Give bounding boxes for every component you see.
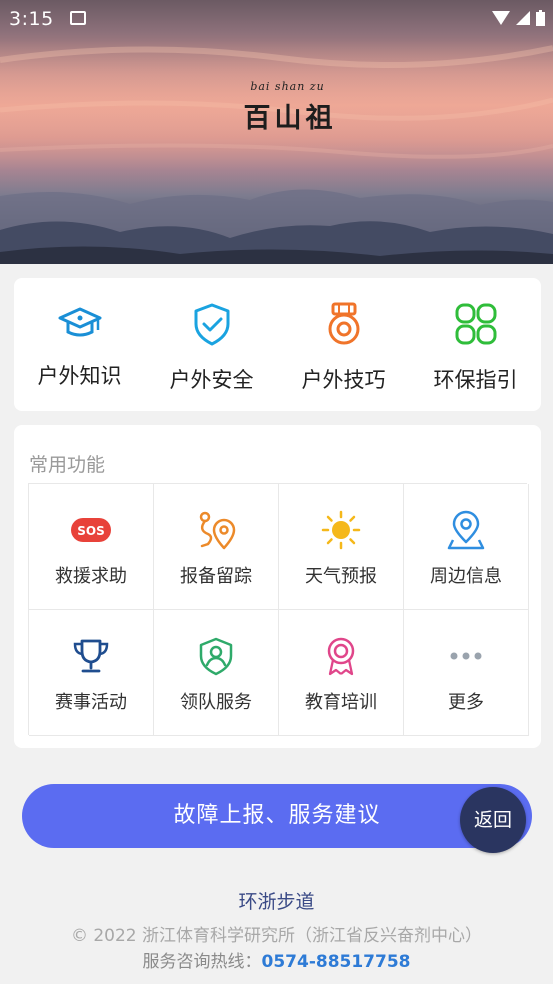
- func-label: 救援求助: [55, 566, 127, 587]
- shield-check-icon: [194, 303, 230, 346]
- func-label: 更多: [448, 692, 484, 713]
- footer-app-name: 环浙步道: [238, 891, 315, 913]
- common-functions-card: 常用功能 SOS 救援求助 报备留踪 天气预报 周边信息 赛事活动 领队服务 教…: [14, 425, 541, 748]
- func-education[interactable]: 教育培训: [279, 610, 404, 736]
- func-leader-service[interactable]: 领队服务: [154, 610, 279, 736]
- ribbon-medal-icon: [327, 637, 355, 676]
- func-rescue[interactable]: SOS 救援求助: [29, 484, 154, 610]
- more-dots-icon: [450, 652, 482, 660]
- func-more[interactable]: 更多: [404, 610, 529, 736]
- func-label: 天气预报: [305, 566, 377, 587]
- nav-label: 环保指引: [433, 368, 518, 392]
- app-logo: bai shan zu 百山祖: [230, 80, 350, 140]
- notification-icon: [70, 11, 86, 25]
- func-label: 领队服务: [180, 692, 252, 713]
- logo-pinyin: bai shan zu: [250, 80, 325, 93]
- logo-title: 百山祖: [243, 103, 337, 134]
- func-label: 周边信息: [430, 566, 502, 587]
- footer-copyright: © 2022 浙江体育科学研究所（浙江省反兴奋剂中心）: [70, 926, 483, 946]
- status-time: 3:15: [9, 8, 54, 30]
- sos-icon: SOS: [71, 518, 111, 542]
- func-label: 教育培训: [305, 692, 377, 713]
- func-nearby[interactable]: 周边信息: [404, 484, 529, 610]
- footer-hotline: 服务咨询热线：0574-88517758: [0, 947, 553, 972]
- nav-label: 户外技巧: [301, 368, 386, 392]
- sun-icon: [321, 510, 361, 550]
- nav-outdoor-skills[interactable]: 户外技巧: [278, 278, 409, 411]
- nav-outdoor-safety[interactable]: 户外安全: [146, 278, 277, 411]
- func-label: 报备留踪: [180, 566, 252, 587]
- nav-outdoor-knowledge[interactable]: 户外知识: [14, 278, 145, 411]
- map-pin-icon: [447, 510, 485, 550]
- nav-label: 户外安全: [169, 368, 254, 392]
- leader-badge-icon: [199, 637, 233, 676]
- quick-nav-card: 户外知识 户外安全 户外技巧 环保指引: [14, 278, 541, 411]
- func-report-track[interactable]: 报备留踪: [154, 484, 279, 610]
- status-bar: 3:15: [0, 0, 553, 36]
- eco-circles-icon: [455, 303, 497, 345]
- function-grid: SOS 救援求助 报备留踪 天气预报 周边信息 赛事活动 领队服务 教育培训 更…: [28, 483, 529, 736]
- status-icons: [492, 10, 545, 26]
- medal-icon: [328, 302, 360, 345]
- wifi-icon: [492, 11, 510, 25]
- trophy-icon: [73, 639, 109, 673]
- hotline-label: 服务咨询热线：: [142, 952, 262, 972]
- nav-eco-guide[interactable]: 环保指引: [410, 278, 541, 411]
- hero-banner: 3:15 bai shan zu 百山祖: [0, 0, 553, 264]
- nav-label: 户外知识: [37, 364, 122, 388]
- route-pin-icon: [199, 511, 236, 550]
- back-button[interactable]: 返回: [460, 787, 526, 853]
- battery-icon: [536, 10, 545, 26]
- func-label: 赛事活动: [55, 692, 127, 713]
- graduation-cap-icon: [58, 307, 102, 337]
- signal-icon: [516, 11, 530, 25]
- section-title: 常用功能: [29, 454, 106, 476]
- func-weather[interactable]: 天气预报: [279, 484, 404, 610]
- func-events[interactable]: 赛事活动: [29, 610, 154, 736]
- svg-text:SOS: SOS: [77, 524, 105, 538]
- report-feedback-button[interactable]: 故障上报、服务建议: [22, 784, 532, 848]
- hotline-number[interactable]: 0574-88517758: [262, 952, 411, 972]
